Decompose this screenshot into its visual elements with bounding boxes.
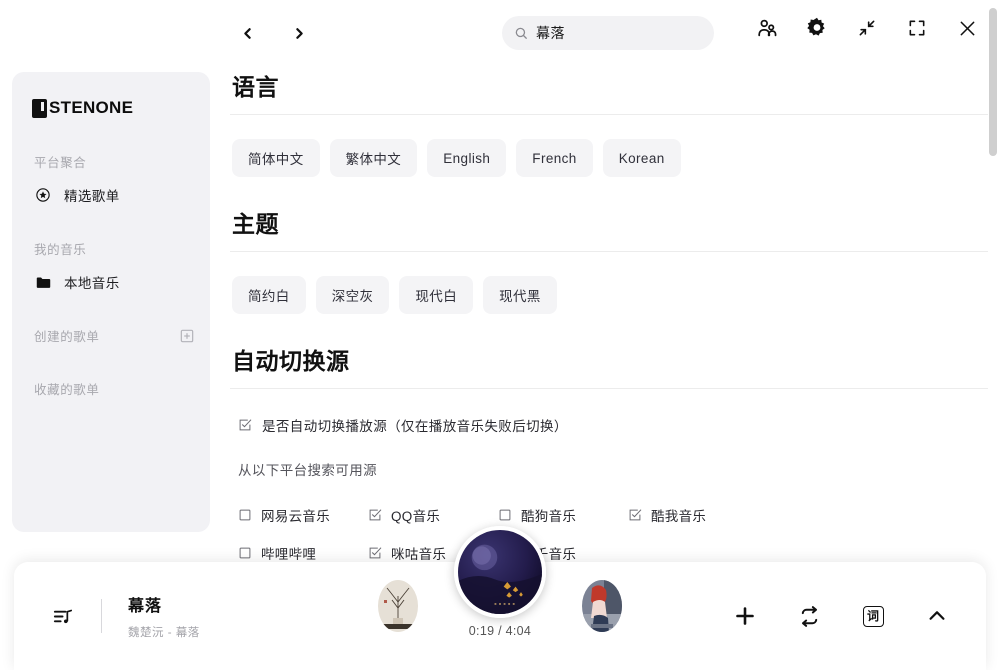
theme-chip-modern-white[interactable]: 现代白 (399, 276, 474, 314)
settings-content: 语言 简体中文 繁体中文 English French Korean 主题 简约… (210, 56, 1000, 560)
logo-text: STENONE (49, 98, 134, 117)
source-label: 酷狗音乐 (521, 509, 577, 524)
album-art-current-image (458, 530, 542, 614)
track-title: 幕落 (128, 598, 163, 615)
source-label: 网易云音乐 (261, 509, 330, 524)
language-chip-english[interactable]: English (427, 139, 507, 177)
player-bar: 幕落 魏楚沅 - 幕落 0:19 / 4:04 词 (14, 526, 986, 670)
add-to-playlist-button[interactable] (732, 603, 758, 629)
scrollbar-thumb[interactable] (989, 8, 997, 156)
source-bilibili[interactable]: 哔哩哔哩 (238, 543, 368, 560)
language-chip-french[interactable]: French (516, 139, 593, 177)
search-box[interactable]: 幕落 (502, 16, 714, 50)
gear-icon (807, 17, 825, 36)
chevron-right-icon (295, 27, 303, 39)
settings-button[interactable] (802, 13, 832, 43)
current-track-art[interactable] (454, 526, 546, 618)
lyrics-button[interactable]: 词 (860, 603, 886, 629)
checkbox-unchecked-icon[interactable] (238, 546, 252, 560)
checkbox-unchecked-icon[interactable] (498, 508, 512, 522)
language-chip-zh-cn[interactable]: 简体中文 (232, 139, 320, 177)
source-kugou[interactable]: 酷狗音乐 (498, 505, 628, 525)
now-playing-info: 幕落 魏楚沅 - 幕落 (128, 592, 200, 640)
fullscreen-button[interactable] (902, 13, 932, 43)
theme-chip-deep-gray[interactable]: 深空灰 (315, 276, 390, 314)
track-artist: 魏楚沅 - 幕落 (128, 627, 200, 639)
source-label: 酷我音乐 (651, 509, 707, 524)
checkbox-checked-icon[interactable] (368, 546, 382, 560)
sidebar-item-local-music[interactable]: 本地音乐 (34, 272, 210, 292)
checkbox-checked-icon[interactable] (628, 508, 642, 522)
source-label: 咪咕音乐 (391, 547, 447, 560)
autoswitch-section-title: 自动切换源 (232, 348, 350, 374)
navigation-arrows (232, 18, 314, 48)
album-art-carousel: 0:19 / 4:04 (370, 526, 630, 670)
checkbox-checked-icon[interactable] (368, 508, 382, 522)
repeat-mode-button[interactable] (796, 603, 822, 629)
playback-time: 0:19 / 4:04 (468, 624, 532, 638)
source-kuwo[interactable]: 酷我音乐 (628, 505, 758, 525)
language-section-title: 语言 (232, 74, 279, 100)
checkbox-checked-icon[interactable] (238, 418, 252, 432)
search-input[interactable]: 幕落 (536, 23, 565, 43)
plus-icon (736, 607, 754, 625)
star-circle-icon (34, 187, 52, 203)
restore-button[interactable] (852, 13, 882, 43)
app-window: 幕落 STENONE 平台聚合 精选歌单 我的音乐 本地音乐 创建的歌单 收藏的… (0, 0, 1000, 670)
sidebar: STENONE 平台聚合 精选歌单 我的音乐 本地音乐 创建的歌单 收藏的歌单 (12, 72, 210, 532)
language-chip-zh-tw[interactable]: 繁体中文 (329, 139, 418, 177)
window-actions (752, 13, 982, 43)
album-art-next-image (582, 580, 622, 632)
source-label: 哔哩哔哩 (261, 547, 317, 560)
sidebar-item-label: 精选歌单 (64, 189, 120, 204)
source-netease[interactable]: 网易云音乐 (238, 505, 368, 525)
logo-mark-icon (32, 98, 47, 118)
expand-player-button[interactable] (924, 603, 950, 629)
language-options: 简体中文 繁体中文 English French Korean (210, 115, 1000, 193)
source-qq[interactable]: QQ音乐 (368, 505, 498, 525)
search-icon (514, 26, 528, 40)
close-icon (960, 21, 974, 35)
checkbox-unchecked-icon[interactable] (238, 508, 252, 522)
next-track-art[interactable] (582, 580, 622, 632)
chevron-up-icon (929, 611, 945, 620)
sidebar-section-created-playlists: 创建的歌单 (34, 326, 196, 345)
playlist-icon[interactable] (52, 605, 75, 628)
people-button[interactable] (752, 13, 782, 43)
sidebar-section-my-music: 我的音乐 (34, 243, 87, 257)
lyrics-label: 词 (862, 605, 884, 627)
album-art-prev-image (378, 580, 418, 632)
sidebar-item-label: 本地音乐 (64, 276, 120, 291)
theme-options: 简约白 深空灰 现代白 现代黑 (210, 252, 1000, 330)
folder-icon (34, 274, 52, 291)
theme-chip-simple-white[interactable]: 简约白 (232, 276, 306, 314)
chevron-left-icon (243, 27, 251, 39)
shrink-icon (859, 20, 875, 36)
source-hint-text: 从以下平台搜索可用源 (238, 463, 377, 478)
sidebar-section-favorite-playlists: 收藏的歌单 (34, 383, 100, 397)
people-icon (758, 19, 777, 37)
vertical-scrollbar[interactable] (989, 0, 997, 555)
autoswitch-toggle-label: 是否自动切换播放源（仅在播放音乐失败后切换） (262, 419, 568, 434)
repeat-icon (801, 605, 817, 627)
app-logo: STENONE (32, 98, 210, 118)
sidebar-section-label: 创建的歌单 (34, 330, 100, 344)
forward-button[interactable] (284, 18, 314, 48)
player-controls: 词 (732, 603, 950, 629)
divider (101, 599, 102, 633)
source-label: QQ音乐 (391, 509, 441, 524)
sidebar-section-platform: 平台聚合 (34, 156, 87, 170)
language-chip-korean[interactable]: Korean (602, 139, 681, 177)
close-button[interactable] (952, 13, 982, 43)
previous-track-art[interactable] (378, 580, 418, 632)
fullscreen-icon (909, 20, 925, 36)
add-playlist-button[interactable] (178, 327, 196, 345)
theme-chip-modern-black[interactable]: 现代黑 (483, 276, 557, 314)
theme-section-title: 主题 (232, 211, 279, 237)
sidebar-item-featured-playlists[interactable]: 精选歌单 (34, 185, 210, 205)
back-button[interactable] (232, 18, 262, 48)
autoswitch-toggle-row[interactable]: 是否自动切换播放源（仅在播放音乐失败后切换） (210, 389, 1000, 435)
